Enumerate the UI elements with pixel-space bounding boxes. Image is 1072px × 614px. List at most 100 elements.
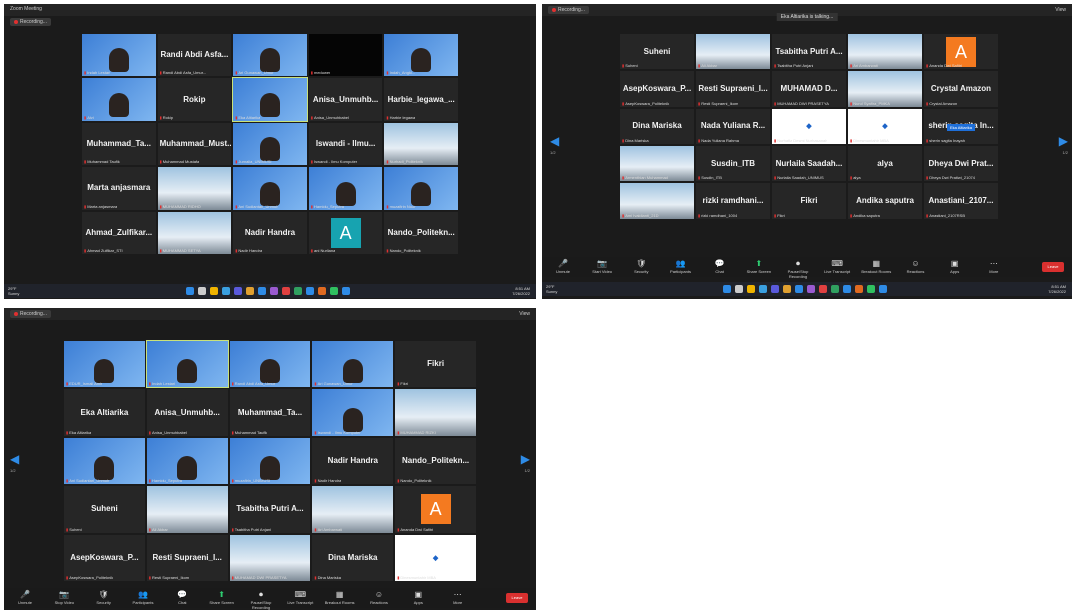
next-page-arrow-icon[interactable]: ▶	[521, 452, 530, 466]
participant-tile[interactable]: Nada Yuliana R... ▮Nada Yuliana Rahma	[696, 108, 770, 144]
participant-tile[interactable]: Resti Supraeni_I... ▮Resti Supraeni_Ikom	[146, 534, 228, 581]
participant-tile[interactable]: ◆ ▮Nurhafiz Desmi Nurhasanah	[772, 108, 846, 144]
participant-tile[interactable]: ▮Jurnalia_UNIMUSI	[233, 122, 307, 166]
participant-tile[interactable]: Resti Supraeni_I... ▮Resti Supraeni_Ikom	[696, 71, 770, 107]
taskbar-app-icon[interactable]	[258, 287, 266, 295]
participant-tile[interactable]: rizki ramdhani... ▮rizki ramdhani_1004	[696, 183, 770, 219]
security-button[interactable]: 🛡 Security	[89, 590, 119, 605]
participant-tile[interactable]: Iswandi - Ilmu... ▮Iswandi - Ilmu Kompute…	[308, 122, 383, 166]
view-button[interactable]: View	[1055, 6, 1066, 14]
participant-tile[interactable]: ▮Iswandi - Ilmu Komputer	[312, 389, 394, 436]
live-transcript-button[interactable]: ⌨ Live Transcript	[285, 590, 315, 605]
participant-tile[interactable]: Andika saputra ▮Andika saputra	[848, 183, 922, 219]
reactions-button[interactable]: ☺ Reactions	[364, 590, 394, 605]
participant-tile[interactable]: ▮EDUR_Ismail Amir	[64, 341, 145, 388]
taskbar-app-icon[interactable]	[759, 285, 767, 293]
participant-tile[interactable]: Nadir Handra ▮Nadir Handra	[312, 437, 394, 485]
recording-indicator[interactable]: Recording...	[548, 6, 589, 14]
participants-button[interactable]: 👥 Participants	[666, 259, 696, 274]
taskbar-app-icon[interactable]	[867, 285, 875, 293]
participant-tile[interactable]: ▮Hamidu_Seputra	[146, 437, 228, 485]
unmute-button[interactable]: 🎤 Unmute	[10, 590, 40, 605]
participant-tile[interactable]: ▮Hamidu_Seputra	[308, 167, 383, 210]
participant-tile[interactable]: Muhammad_Ta... ▮Muhammad Taufik	[229, 389, 311, 436]
participant-tile[interactable]: Dina Mariska ▮Dina Mariska	[620, 108, 694, 144]
participant-tile[interactable]: ▮Randi Abdi Asfa_Umur	[229, 341, 311, 388]
participant-tile[interactable]: AsepKoswara_P... ▮AsepKoswara_Politeknik	[64, 534, 145, 581]
participant-tile[interactable]: ▮Ani Sudiantari_Unmuh	[64, 437, 145, 485]
more-button[interactable]: ⋯ More	[443, 590, 473, 605]
taskbar-app-icon[interactable]	[330, 287, 338, 295]
leave-button[interactable]: Leave	[506, 593, 528, 603]
taskbar-app-icon[interactable]	[294, 287, 302, 295]
participant-tile[interactable]: Fikri ▮Fikri	[395, 341, 476, 388]
taskbar-app-icon[interactable]	[831, 285, 839, 293]
participant-tile[interactable]: Muhammad_Ta... ▮Muhammad Taufik	[82, 122, 156, 166]
participant-tile[interactable]: Susdin_ITB ▮Susdin_ITB	[696, 145, 770, 182]
security-button[interactable]: 🛡 Security	[626, 259, 656, 274]
taskbar-app-icon[interactable]	[246, 287, 254, 295]
participant-tile[interactable]: ▮meduwer	[308, 34, 383, 77]
apps-button[interactable]: ▣ Apps	[940, 259, 970, 274]
participant-tile[interactable]: Nando_Politekn... ▮Nando_Politeknik	[395, 437, 476, 485]
taskbar-app-icon[interactable]	[783, 285, 791, 293]
taskbar-app-icon[interactable]	[855, 285, 863, 293]
participants-button[interactable]: 👥 Participants	[128, 590, 158, 605]
participant-tile[interactable]: ▮Ari Ambarwati	[848, 34, 922, 70]
view-button[interactable]: View	[519, 310, 530, 318]
participant-tile[interactable]: ▮MUHAMMAD SETYA	[157, 211, 232, 254]
recording-indicator[interactable]: Recording...	[10, 18, 51, 26]
participant-tile[interactable]: ▮Indah_Angkl...	[384, 34, 458, 77]
taskbar-app-icon[interactable]	[735, 285, 743, 293]
participant-tile[interactable]: ▮Indah Lestari	[145, 339, 229, 389]
participant-tile[interactable]: Crystal Amazon ▮Crystal Amazon	[924, 71, 998, 107]
participant-tile[interactable]: Muhammad_Must... ▮Muhammad Mustafa	[157, 122, 232, 166]
participant-tile[interactable]: AsepKoswara_P... ▮AsepKoswara_Politeknik	[620, 71, 694, 107]
taskbar-app-icon[interactable]	[879, 285, 887, 293]
prev-page-arrow-icon[interactable]: ◀	[550, 134, 559, 148]
participant-tile[interactable]: ▮Ani Sudiantari_Unmuh	[233, 167, 307, 210]
taskbar-app-icon[interactable]	[222, 287, 230, 295]
participant-tile[interactable]: Tsabitha Putri A... ▮Tsabitha Putri Anjan…	[229, 486, 311, 533]
participant-tile[interactable]: ▮Nurhadi_Politeknik	[384, 122, 458, 166]
participant-tile[interactable]: Nadir Handra ▮Nadir Handra	[233, 211, 307, 254]
participant-tile[interactable]: ▮Indah Lestari	[82, 34, 156, 77]
taskbar-app-icon[interactable]	[306, 287, 314, 295]
share-screen-button[interactable]: ⬆ Share Screen	[744, 259, 774, 274]
reactions-button[interactable]: ☺ Reactions	[901, 259, 931, 274]
pause-stop-recording-button[interactable]: ⏺ Pause/Stop Recording	[246, 590, 276, 610]
taskbar-app-icon[interactable]	[318, 287, 326, 295]
participant-tile[interactable]: ▮Alvi	[82, 78, 156, 121]
participant-tile[interactable]: ▮Nurul Syafira_PMKA	[848, 71, 922, 107]
stop-video-button[interactable]: 📷 Stop Video	[49, 590, 79, 605]
participant-tile[interactable]: ▮Eka Altiarika	[232, 77, 308, 122]
participant-tile[interactable]: Tsabitha Putri A... ▮Tsabitha Putri Anjan…	[772, 34, 846, 70]
participant-tile[interactable]: Suheni ▮Suheni	[64, 486, 145, 533]
participant-tile[interactable]: ▮MUHAMMAD RIDHO	[157, 167, 232, 210]
taskbar-app-icon[interactable]	[198, 287, 206, 295]
taskbar-app-icon[interactable]	[795, 285, 803, 293]
participant-tile[interactable]: Rokip ▮Rokip	[157, 78, 232, 121]
chat-button[interactable]: 💬 Chat	[167, 590, 197, 605]
weather-widget[interactable]: 29°F Sunny	[8, 286, 19, 296]
weather-widget[interactable]: 29°F Sunny	[546, 284, 557, 294]
breakout-rooms-button[interactable]: ▦ Breakout Rooms	[325, 590, 355, 605]
participant-tile[interactable]: Anisa_Unmuhb... ▮Anisa_Unmuhbabel	[146, 389, 228, 436]
apps-button[interactable]: ▣ Apps	[403, 590, 433, 605]
participant-tile[interactable]: Randi Abdi Asfa... ▮Randi Abdi Asfa_Umur.…	[157, 34, 232, 77]
next-page-arrow-icon[interactable]: ▶	[1059, 134, 1068, 148]
participant-tile[interactable]: Dheya Dwi Prat... ▮Dheya Dwi Pratiwi_2107…	[924, 145, 998, 182]
taskbar-app-icon[interactable]	[843, 285, 851, 293]
taskbar-app-icon[interactable]	[282, 287, 290, 295]
participant-tile[interactable]: Nurlaila Saadah... ▮Nurlaila Saadah_UNIMU…	[772, 145, 846, 182]
participant-tile[interactable]: ▮Ari Gunawan_Umur	[233, 34, 307, 77]
participant-tile[interactable]: Dina Mariska ▮Dina Mariska	[312, 534, 394, 581]
participant-tile[interactable]: Harbie_legawa_... ▮Harbie legawa	[384, 78, 458, 121]
taskbar-app-icon[interactable]	[723, 285, 731, 293]
taskbar-app-icon[interactable]	[186, 287, 194, 295]
system-clock[interactable]: 8:51 AM 7/26/2022	[512, 286, 530, 296]
leave-button[interactable]: Leave	[1042, 262, 1064, 272]
participant-tile[interactable]: A ▮ani Nurliana	[308, 211, 383, 254]
taskbar-app-icon[interactable]	[342, 287, 350, 295]
participant-tile[interactable]: Nando_Politekn... ▮Nando_Politeknik	[384, 211, 458, 254]
